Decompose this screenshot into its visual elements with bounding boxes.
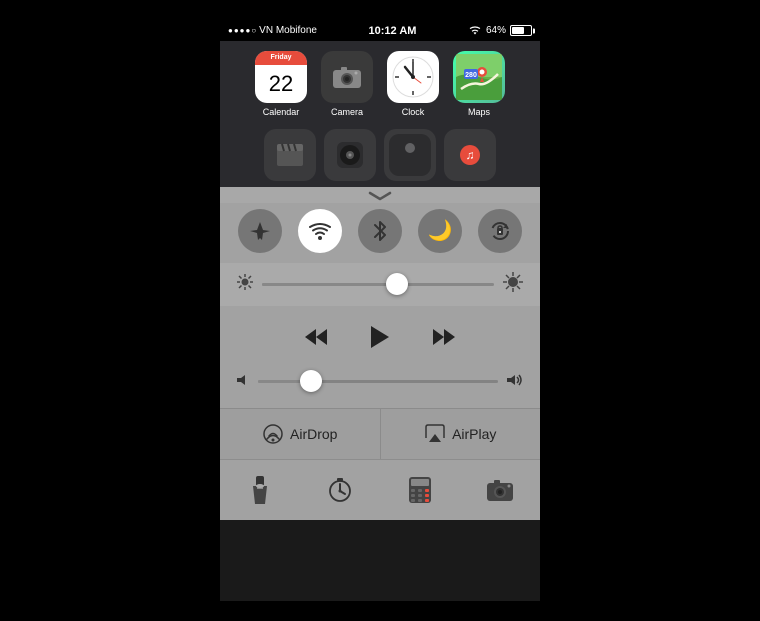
flashlight-icon [251,476,269,504]
dock-music[interactable] [324,129,376,181]
phone-frame: ●●●●○ VN Mobifone 10:12 AM 64% Friday [220,21,540,601]
calendar-header: Friday [255,51,307,65]
airplane-mode-toggle[interactable] [238,209,282,253]
fastforward-icon [431,327,457,347]
play-icon [369,324,391,350]
volume-high-icon [506,373,524,390]
brightness-fill [262,283,397,286]
battery-percent: 64% [486,25,506,36]
timer-button[interactable] [300,468,380,512]
music-svg [337,142,363,168]
apps-grid: Friday 22 Calendar Camera [220,41,540,125]
signal-dots: ●●●●○ [228,26,257,35]
status-bar: ●●●●○ VN Mobifone 10:12 AM 64% [220,21,540,41]
maps-svg: 280 [456,54,502,100]
play-button[interactable] [369,324,391,357]
airdrop-icon [262,423,284,445]
wifi-toggle[interactable] [298,209,342,253]
chevron-down-icon [368,191,392,201]
dock-area: ♫ [220,125,540,187]
rewind-icon [303,327,329,347]
toggle-row: 🌙 [220,203,540,263]
app-calendar[interactable]: Friday 22 Calendar [252,51,310,117]
moon-icon: 🌙 [428,218,453,243]
volume-full-icon [506,373,524,387]
volume-row [236,371,524,398]
svg-text:♫: ♫ [466,148,475,162]
flashlight-button[interactable] [220,468,300,512]
fast-forward-button[interactable] [431,327,457,353]
dock-photos[interactable] [384,129,436,181]
brightness-slider[interactable] [262,283,494,286]
calendar-day: Friday [270,54,291,61]
calendar-label: Calendar [263,107,300,117]
media-area [220,306,540,408]
clock-icon-img [387,51,439,103]
wifi-icon [309,222,331,240]
brightness-high-icon [502,271,524,298]
pull-arrow-icon [365,191,395,201]
bluetooth-toggle[interactable] [358,209,402,253]
svg-text:280: 280 [465,72,477,79]
wifi-status-icon [468,25,482,36]
airdrop-label: AirDrop [290,426,337,442]
dock-itunes[interactable]: ♫ [444,129,496,181]
itunes-svg: ♫ [456,141,484,169]
volume-low-icon [236,373,250,390]
do-not-disturb-toggle[interactable]: 🌙 [418,209,462,253]
airplane-icon [249,220,271,242]
maps-label: Maps [468,107,490,117]
airplay-label: AirPlay [452,426,496,442]
app-maps[interactable]: 280 Maps [450,51,508,117]
dock-clapper[interactable] [264,129,316,181]
brightness-low-icon [236,273,254,296]
status-left: ●●●●○ VN Mobifone [228,25,317,36]
calendar-icon-img: Friday 22 [255,51,307,103]
timer-icon [327,477,353,503]
calendar-date: 22 [269,65,293,103]
airplay-button[interactable]: AirPlay [381,409,541,459]
clock-label: Clock [402,107,425,117]
brightness-row [220,263,540,306]
app-camera[interactable]: Camera [318,51,376,117]
clapper-svg [276,143,304,167]
clock-svg [391,55,435,99]
battery-fill [512,27,524,34]
bluetooth-icon [372,220,388,242]
rotation-lock-icon [489,220,511,242]
media-controls [236,316,524,371]
airplay-icon [424,424,446,444]
app-clock[interactable]: Clock [384,51,442,117]
camera-label: Camera [331,107,363,117]
camera-shortcut-icon [486,478,514,502]
carrier-name: VN Mobifone [259,25,317,36]
camera-icon-img [321,51,373,103]
volume-mute-icon [236,373,250,387]
calculator-button[interactable] [380,468,460,512]
sun-small-icon [236,273,254,291]
calculator-icon [408,476,432,504]
brightness-thumb[interactable] [386,273,408,295]
shortcuts-row [220,459,540,520]
status-right: 64% [468,25,532,36]
airdrop-button[interactable]: AirDrop [220,409,381,459]
pull-handle [220,187,540,203]
control-center: 🌙 [220,187,540,520]
volume-thumb[interactable] [300,370,322,392]
rotation-lock-toggle[interactable] [478,209,522,253]
camera-shortcut-button[interactable] [460,468,540,512]
maps-icon-img: 280 [453,51,505,103]
camera-svg [332,65,362,89]
airdrop-airplay-row: AirDrop AirPlay [220,408,540,459]
rewind-button[interactable] [303,327,329,353]
volume-slider[interactable] [258,380,498,383]
status-time: 10:12 AM [369,25,417,37]
battery-icon [510,25,532,36]
sun-large-icon [502,271,524,293]
photos-svg [389,134,431,176]
